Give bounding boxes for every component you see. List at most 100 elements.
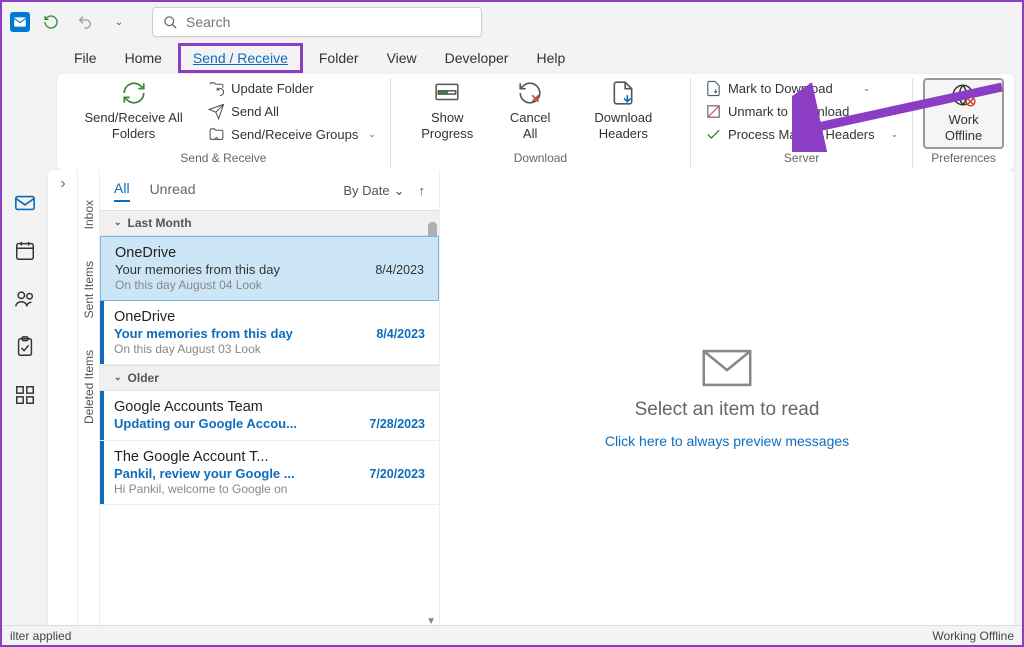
rail-calendar-button[interactable] bbox=[10, 236, 40, 266]
ribbon-group-preferences: Work Offline Preferences bbox=[913, 78, 1014, 168]
filter-unread-tab[interactable]: Unread bbox=[150, 181, 196, 201]
filter-all-tab[interactable]: All bbox=[114, 180, 130, 202]
message-preview: On this day August 04 Look bbox=[115, 278, 424, 292]
rail-people-button[interactable] bbox=[10, 284, 40, 314]
chevron-down-icon: ⌄ bbox=[863, 83, 871, 94]
download-headers-button[interactable]: Download Headers bbox=[567, 78, 680, 145]
message-item[interactable]: The Google Account T...Pankil, review yo… bbox=[100, 441, 439, 505]
menubar: File Home Send / Receive Folder View Dev… bbox=[2, 42, 1022, 74]
send-all-button[interactable]: Send All bbox=[204, 101, 380, 122]
send-icon bbox=[208, 103, 225, 120]
message-list-header: All Unread By Date ⌄ ↑ bbox=[100, 170, 439, 210]
menu-folder[interactable]: Folder bbox=[307, 46, 371, 70]
rail-mail-button[interactable] bbox=[10, 188, 40, 218]
rail-apps-button[interactable] bbox=[10, 380, 40, 410]
folder-group-icon bbox=[208, 126, 225, 143]
cancel-icon bbox=[515, 80, 545, 106]
menu-help[interactable]: Help bbox=[524, 46, 577, 70]
message-sender: Google Accounts Team bbox=[114, 399, 425, 415]
update-folder-label: Update Folder bbox=[231, 81, 313, 96]
rail-tasks-button[interactable] bbox=[10, 332, 40, 362]
ribbon: Send/Receive All Folders Update Folder S… bbox=[57, 74, 1014, 170]
menu-developer[interactable]: Developer bbox=[433, 46, 521, 70]
message-subject: Your memories from this day bbox=[114, 326, 293, 341]
send-receive-all-button[interactable]: Send/Receive All Folders bbox=[67, 78, 200, 145]
chevron-down-icon: ⌄ bbox=[865, 106, 873, 117]
message-item[interactable]: OneDriveYour memories from this day 8/4/2… bbox=[100, 236, 439, 301]
process-marked-button[interactable]: Process Marked Headers ⌄ bbox=[701, 124, 902, 145]
group-header-lastmonth[interactable]: ⌄Last Month bbox=[100, 210, 439, 236]
show-progress-label: Show Progress bbox=[407, 110, 488, 143]
progress-icon bbox=[432, 80, 462, 106]
menu-sendreceive[interactable]: Send / Receive bbox=[178, 43, 303, 73]
reading-pane: Select an item to read Click here to alw… bbox=[440, 170, 1014, 629]
folder-refresh-icon bbox=[208, 80, 225, 97]
calendar-icon bbox=[14, 240, 36, 262]
check-icon bbox=[705, 126, 722, 143]
message-date: 8/4/2023 bbox=[375, 263, 424, 277]
folder-sent-tab[interactable]: Sent Items bbox=[82, 261, 96, 318]
send-receive-groups-label: Send/Receive Groups bbox=[231, 127, 358, 142]
chevron-right-icon bbox=[57, 178, 69, 190]
group-label-sendreceive: Send & Receive bbox=[180, 149, 266, 168]
preview-link[interactable]: Click here to always preview messages bbox=[605, 433, 849, 449]
sort-direction-icon[interactable]: ↑ bbox=[419, 183, 426, 198]
statusbar: ilter applied Working Offline bbox=[2, 625, 1022, 645]
message-preview: On this day August 03 Look bbox=[114, 342, 425, 356]
chevron-down-icon: ⌄ bbox=[394, 183, 405, 199]
show-progress-button[interactable]: Show Progress bbox=[401, 78, 494, 145]
sync-icon bbox=[119, 80, 149, 106]
menu-file[interactable]: File bbox=[62, 46, 109, 70]
message-date: 7/20/2023 bbox=[369, 467, 425, 481]
menu-view[interactable]: View bbox=[375, 46, 429, 70]
update-folder-button[interactable]: Update Folder bbox=[204, 78, 380, 99]
send-all-label: Send All bbox=[231, 104, 279, 119]
group-label-server: Server bbox=[784, 149, 819, 168]
group-header-older[interactable]: ⌄Older bbox=[100, 365, 439, 391]
folder-inbox-tab[interactable]: Inbox bbox=[82, 200, 96, 229]
chevron-down-icon: ⌄ bbox=[891, 129, 899, 140]
search-input[interactable] bbox=[186, 14, 471, 30]
mark-to-download-button[interactable]: Mark to Download ⌄ bbox=[701, 78, 902, 99]
group-label-prefs: Preferences bbox=[931, 149, 996, 168]
message-subject: Updating our Google Accou... bbox=[114, 416, 297, 431]
ribbon-group-server: Mark to Download ⌄ Unmark to Download ⌄ … bbox=[691, 78, 913, 168]
envelope-icon bbox=[700, 349, 754, 387]
nav-collapse-toggle[interactable] bbox=[48, 170, 78, 629]
reading-prompt: Select an item to read bbox=[635, 399, 820, 421]
message-sender: The Google Account T... bbox=[114, 449, 425, 465]
undo-button[interactable] bbox=[72, 9, 98, 35]
left-rail bbox=[2, 170, 48, 629]
work-offline-label: Work Offline bbox=[931, 112, 996, 145]
mark-download-icon bbox=[705, 80, 722, 97]
search-icon bbox=[163, 15, 178, 30]
send-receive-all-label: Send/Receive All Folders bbox=[73, 110, 194, 143]
work-offline-button[interactable]: Work Offline bbox=[923, 78, 1004, 149]
message-date: 7/28/2023 bbox=[369, 417, 425, 431]
globe-offline-icon bbox=[949, 82, 979, 108]
refresh-button[interactable] bbox=[38, 9, 64, 35]
download-headers-label: Download Headers bbox=[573, 110, 674, 143]
sort-dropdown[interactable]: By Date ⌄ ↑ bbox=[343, 183, 425, 199]
sort-label: By Date bbox=[343, 183, 389, 198]
unmark-to-download-button[interactable]: Unmark to Download ⌄ bbox=[701, 101, 902, 122]
send-receive-groups-button[interactable]: Send/Receive Groups ⌄ bbox=[204, 124, 380, 145]
cancel-all-button[interactable]: Cancel All bbox=[498, 78, 563, 145]
mark-to-download-label: Mark to Download bbox=[728, 81, 833, 96]
message-sender: OneDrive bbox=[115, 245, 424, 261]
unmark-to-download-label: Unmark to Download bbox=[728, 104, 849, 119]
message-item[interactable]: OneDriveYour memories from this day8/4/2… bbox=[100, 301, 439, 365]
folder-deleted-tab[interactable]: Deleted Items bbox=[82, 350, 96, 424]
message-list[interactable]: ▲ ▼ ⌄Last MonthOneDriveYour memories fro… bbox=[100, 210, 439, 629]
message-subject: Your memories from this day bbox=[115, 262, 280, 277]
clipboard-check-icon bbox=[14, 336, 36, 358]
message-preview: Hi Pankil, welcome to Google on bbox=[114, 482, 425, 496]
menu-home[interactable]: Home bbox=[113, 46, 174, 70]
apps-icon bbox=[14, 384, 36, 406]
message-sender: OneDrive bbox=[114, 309, 425, 325]
message-item[interactable]: Google Accounts TeamUpdating our Google … bbox=[100, 391, 439, 441]
ribbon-group-sendreceive: Send/Receive All Folders Update Folder S… bbox=[57, 78, 391, 168]
scroll-up-arrow[interactable]: ▲ bbox=[426, 210, 436, 213]
qat-dropdown[interactable]: ⌄ bbox=[106, 9, 132, 35]
search-box[interactable] bbox=[152, 7, 482, 37]
